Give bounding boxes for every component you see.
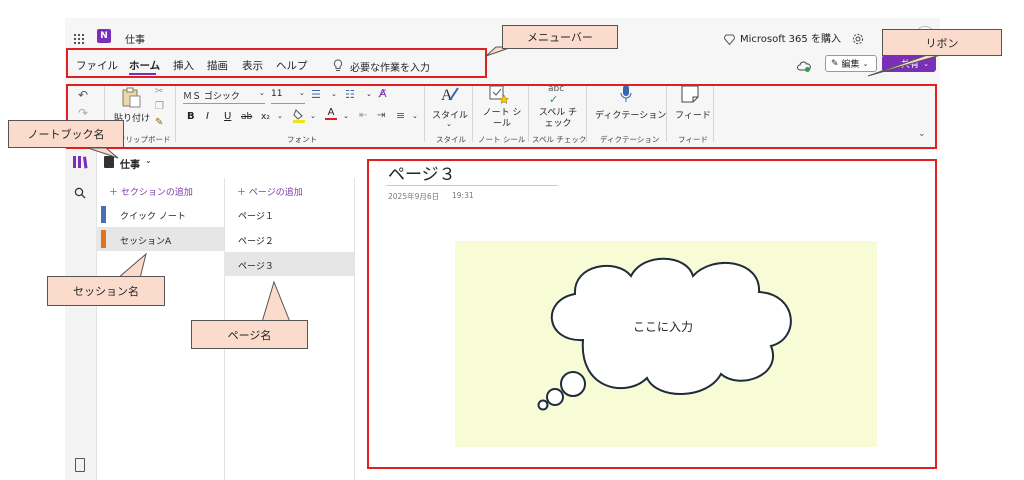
ribbon-callout: リボン [882, 29, 1002, 56]
page-callout: ページ名 [191, 320, 308, 349]
callout-pointers [87, 46, 945, 323]
menubar-callout: メニューバー [502, 25, 618, 49]
section-callout: セッション名 [47, 276, 165, 306]
notebook-callout: ノートブック名 [8, 120, 124, 148]
